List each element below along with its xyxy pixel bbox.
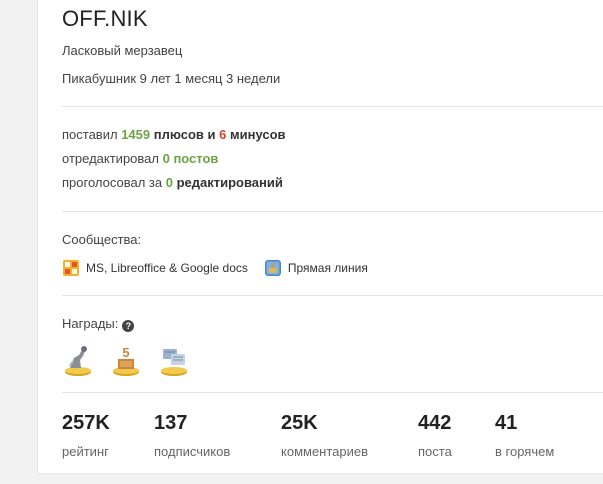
- awards-list: 5: [62, 343, 190, 377]
- profile-card: OFF.NIK Ласковый мерзавец Пикабушник 9 л…: [37, 0, 603, 474]
- counter-label: комментариев: [281, 444, 369, 459]
- divider: [62, 392, 603, 393]
- counter-value: 257K: [62, 412, 110, 434]
- statue-award-icon[interactable]: [62, 343, 94, 377]
- and-word: и: [203, 127, 220, 142]
- community-name: Прямая линия: [287, 261, 368, 275]
- divider: [62, 295, 603, 296]
- awards-heading: Награды:?: [62, 316, 135, 332]
- counter-label: в горячем: [495, 444, 555, 459]
- counter-comments[interactable]: 25K комментариев: [281, 410, 418, 459]
- divider: [62, 106, 603, 107]
- five-years-award-icon[interactable]: 5: [110, 343, 142, 377]
- profile-counters: 257K рейтинг 137 подписчиков 25K коммент…: [62, 410, 585, 459]
- counter-hot[interactable]: 41 в горячем: [495, 410, 585, 459]
- kremlin-icon: [264, 260, 281, 276]
- community-direct-line[interactable]: Прямая линия: [264, 259, 368, 277]
- pluses-word: плюсов: [150, 127, 204, 142]
- svg-text:5: 5: [122, 345, 129, 360]
- minuses-word: минусов: [226, 127, 286, 142]
- votes-prefix: поставил: [62, 127, 122, 142]
- edited-stat: отредактировал 0 постов: [62, 151, 218, 166]
- counter-value: 25K: [281, 412, 318, 434]
- counter-label: поста: [418, 444, 452, 459]
- profile-username: OFF.NIK: [62, 6, 148, 31]
- pluses-count: 1459: [121, 127, 151, 142]
- comments-award-icon[interactable]: [158, 343, 190, 377]
- awards-title: Награды:: [62, 316, 119, 331]
- profile-subtitle: Ласковый мерзавец: [62, 43, 183, 58]
- counter-value: 137: [154, 412, 188, 434]
- communities-title: Сообщества:: [62, 232, 142, 247]
- communities-list: MS, Libreoffice & Google docs Прямая лин…: [62, 259, 368, 277]
- counter-value: 41: [495, 412, 518, 434]
- divider: [62, 211, 603, 212]
- voted-stat: проголосовал за 0 редактирований: [62, 175, 283, 190]
- voted-word: редактирований: [172, 175, 283, 190]
- community-name: MS, Libreoffice & Google docs: [86, 261, 248, 275]
- community-ms-office[interactable]: MS, Libreoffice & Google docs: [62, 259, 248, 277]
- edited-word: постов: [169, 151, 219, 166]
- counter-rating[interactable]: 257K рейтинг: [62, 410, 154, 459]
- counter-label: рейтинг: [62, 444, 109, 459]
- counter-posts[interactable]: 442 поста: [418, 410, 495, 459]
- votes-stat: поставил 1459 плюсов и 6 минусов: [62, 127, 286, 142]
- edited-prefix: отредактировал: [62, 151, 163, 166]
- office-icon: [63, 260, 79, 276]
- counter-label: подписчиков: [154, 444, 231, 459]
- profile-membership-duration: Пикабушник 9 лет 1 месяц 3 недели: [62, 71, 281, 86]
- voted-prefix: проголосовал за: [62, 175, 166, 190]
- edited-count: 0: [162, 151, 170, 166]
- counter-subscribers[interactable]: 137 подписчиков: [154, 410, 281, 459]
- voted-count: 0: [165, 175, 173, 190]
- help-icon[interactable]: ?: [122, 320, 135, 332]
- counter-value: 442: [418, 412, 452, 434]
